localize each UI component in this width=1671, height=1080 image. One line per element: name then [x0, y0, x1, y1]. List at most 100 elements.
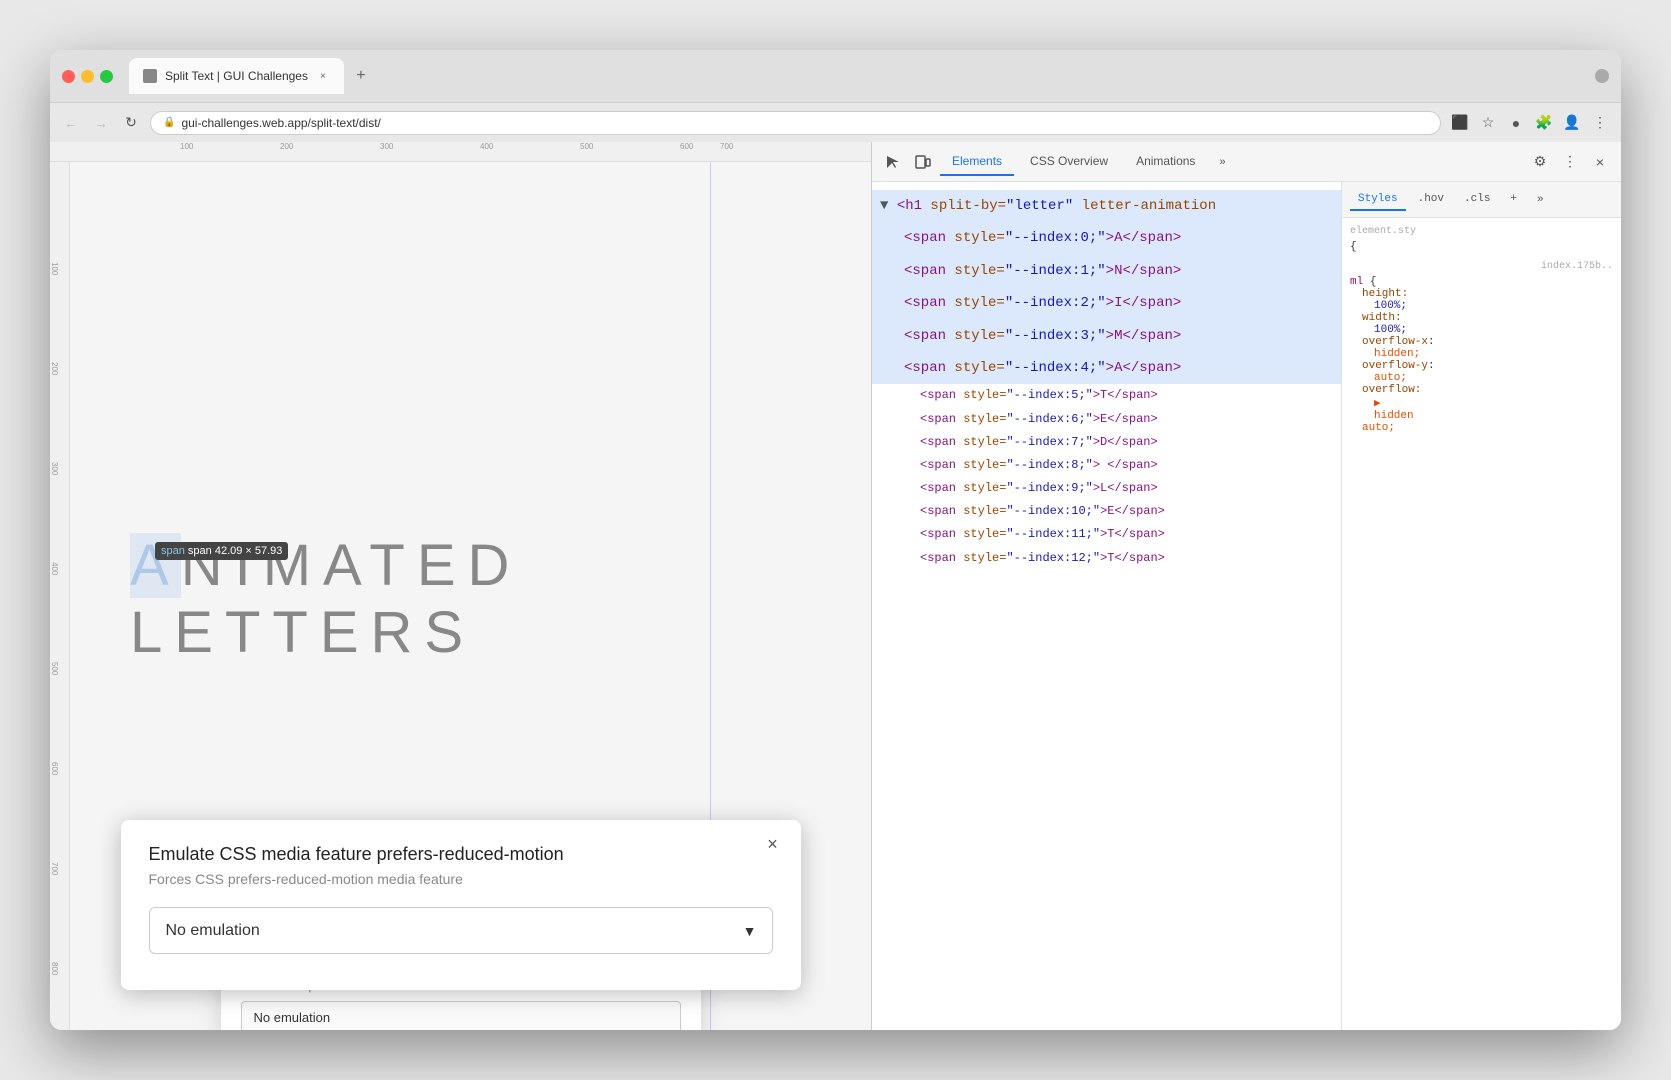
new-tab-button[interactable]: +: [348, 63, 374, 89]
span-8-line[interactable]: <span style="--index:8;"> </span>: [872, 454, 1341, 477]
span-7-line[interactable]: <span style="--index:7;">D</span>: [872, 431, 1341, 454]
devtools-more-tabs[interactable]: »: [1211, 152, 1233, 172]
back-button[interactable]: ←: [60, 112, 82, 134]
emulate-select-wrapper: No emulation prefers-reduced-motion: red…: [149, 907, 773, 954]
styles-overflow-tri: ▶: [1362, 398, 1381, 410]
span9-style-attr: style=: [963, 481, 1006, 495]
span5-close: >T</span>: [1093, 388, 1158, 402]
span-3-line[interactable]: <span style="--index:3;">M</span>: [872, 320, 1341, 352]
ruler-vmark-500: 500: [50, 662, 59, 675]
ruler-v-ticks: 100 200 300 400 500 600 700 800: [50, 182, 70, 1030]
ruler-vmark-200: 200: [50, 362, 59, 375]
maximize-traffic-light[interactable]: [100, 70, 113, 83]
address-input[interactable]: 🔒 gui-challenges.web.app/split-text/dist…: [150, 111, 1441, 135]
window-menu-icon[interactable]: [1595, 69, 1609, 83]
minimize-traffic-light[interactable]: [81, 70, 94, 83]
letter-T: T: [369, 533, 416, 598]
span1-style-val: "--index:1;": [1005, 263, 1106, 279]
devtools-more-options-icon[interactable]: ⋮: [1557, 149, 1583, 175]
ruler-vmark-700: 700: [50, 862, 59, 875]
devtools-tab-animations[interactable]: Animations: [1124, 148, 1207, 176]
styles-source-link[interactable]: index.175b..: [1350, 261, 1613, 272]
emulate-select[interactable]: No emulation prefers-reduced-motion: red…: [149, 907, 773, 954]
toolbar-icons: ⬛ ☆ ● 🧩 👤 ⋮: [1449, 112, 1611, 134]
window-controls-right: [1595, 69, 1609, 83]
lock-icon: 🔒: [163, 117, 175, 128]
styles-tab-styles[interactable]: Styles: [1350, 189, 1406, 211]
span-6-line[interactable]: <span style="--index:6;">E</span>: [872, 408, 1341, 431]
h1-anim-attr: letter-animation: [1073, 198, 1216, 214]
browser-window: Split Text | GUI Challenges × + ← → ↻ 🔒 …: [50, 50, 1621, 1030]
h1-tag-line[interactable]: ▼ <h1 split-by="letter" letter-animation: [872, 190, 1341, 222]
h1-split-by-val: "letter": [1006, 198, 1073, 214]
span9-open: <span: [920, 481, 963, 495]
styles-tab-cls[interactable]: .cls: [1456, 189, 1498, 211]
styles-new-rule[interactable]: +: [1502, 189, 1525, 211]
forward-button[interactable]: →: [90, 112, 112, 134]
devtools-toolbar: Elements CSS Overview Animations » ⚙ ⋮ ×: [872, 142, 1621, 182]
span9-close: >L</span>: [1093, 481, 1158, 495]
ruler-mark-400: 400: [480, 142, 493, 151]
cast-icon[interactable]: ⬛: [1449, 112, 1471, 134]
chrome-icon[interactable]: ●: [1505, 112, 1527, 134]
traffic-lights: [62, 70, 113, 83]
emulate-close-button[interactable]: ×: [761, 832, 785, 856]
span-2-line[interactable]: <span style="--index:2;">I</span>: [872, 287, 1341, 319]
letter-D: D: [468, 533, 522, 598]
emulate2-select[interactable]: No emulation: [241, 1001, 681, 1030]
tab-favicon: [143, 69, 157, 83]
h1-triangle[interactable]: ▼: [880, 198, 888, 214]
device-toolbar-icon[interactable]: [910, 149, 936, 175]
ruler-vertical: 100 200 300 400 500 600 700 800: [50, 162, 70, 1030]
styles-tab-hov[interactable]: .hov: [1410, 189, 1452, 211]
span10-close: >E</span>: [1100, 504, 1165, 518]
emulate2-select-wrapper: No emulation: [241, 1001, 681, 1030]
span-1-line[interactable]: <span style="--index:1;">N</span>: [872, 255, 1341, 287]
letter-T3: T: [272, 600, 319, 665]
styles-more-chevron[interactable]: »: [1529, 190, 1552, 210]
styles-element-rule: {: [1350, 241, 1613, 253]
span-0-line[interactable]: <span style="--index:0;">A</span>: [872, 222, 1341, 254]
span10-style-val: "--index:10;": [1006, 504, 1100, 518]
letter-E: E: [417, 533, 468, 598]
styles-selector-text: ml: [1350, 276, 1363, 288]
span10-open: <span: [920, 504, 963, 518]
span7-close: >D</span>: [1093, 435, 1158, 449]
tab-title: Split Text | GUI Challenges: [165, 69, 308, 83]
devtools-tab-css-overview[interactable]: CSS Overview: [1018, 148, 1120, 176]
ruler-h-ticks: 100 200 300 400 500 600 700: [70, 142, 871, 162]
inspect-element-icon[interactable]: [880, 149, 906, 175]
span-10-line[interactable]: <span style="--index:10;">E</span>: [872, 500, 1341, 523]
letter-T2: T: [225, 600, 272, 665]
span-5-line[interactable]: <span style="--index:5;">T</span>: [872, 384, 1341, 407]
profile-icon[interactable]: 👤: [1561, 112, 1583, 134]
span9-style-val: "--index:9;": [1006, 481, 1092, 495]
devtools-close-icon[interactable]: ×: [1587, 149, 1613, 175]
span4-style-val: "--index:4;": [1005, 360, 1106, 376]
close-traffic-light[interactable]: [62, 70, 75, 83]
span5-open: <span: [920, 388, 963, 402]
extension-icon[interactable]: 🧩: [1533, 112, 1555, 134]
bookmark-icon[interactable]: ☆: [1477, 112, 1499, 134]
tab-close-button[interactable]: ×: [316, 69, 330, 83]
span-9-line[interactable]: <span style="--index:9;">L</span>: [872, 477, 1341, 500]
span-11-line[interactable]: <span style="--index:11;">T</span>: [872, 523, 1341, 546]
refresh-button[interactable]: ↻: [120, 112, 142, 134]
span7-style-val: "--index:7;": [1006, 435, 1092, 449]
styles-width-name: width:: [1362, 312, 1402, 324]
span0-style-attr: style=: [954, 230, 1004, 246]
devtools-tab-elements[interactable]: Elements: [940, 148, 1014, 176]
letter-E2: E: [174, 600, 225, 665]
styles-height-name: height:: [1362, 288, 1408, 300]
menu-icon[interactable]: ⋮: [1589, 112, 1611, 134]
span-12-line[interactable]: <span style="--index:12;">T</span>: [872, 547, 1341, 570]
letter-L: L: [130, 600, 174, 665]
ruler-mark-100: 100: [180, 142, 193, 151]
emulate-css-overlay: × Emulate CSS media feature prefers-redu…: [121, 820, 801, 990]
span8-open: <span: [920, 458, 963, 472]
span-4-line[interactable]: <span style="--index:4;">A</span>: [872, 352, 1341, 384]
active-tab[interactable]: Split Text | GUI Challenges ×: [129, 58, 344, 94]
span5-style-attr: style=: [963, 388, 1006, 402]
devtools-settings-icon[interactable]: ⚙: [1527, 149, 1553, 175]
ruler-mark-300: 300: [380, 142, 393, 151]
